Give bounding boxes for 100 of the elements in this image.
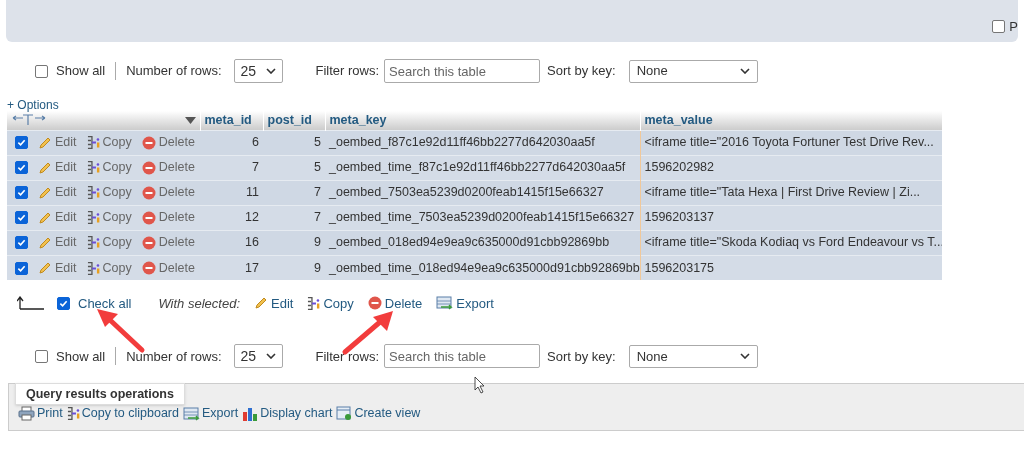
delete-link[interactable]: Delete xyxy=(141,183,195,203)
checkbox[interactable] xyxy=(15,261,28,275)
table-cell: _oembed_time_7503ea5239d0200feab1415f15e66327 xyxy=(325,205,640,231)
table-cell: 6 xyxy=(200,130,263,156)
delete-link[interactable]: Delete xyxy=(367,293,423,313)
annotation-arrow xyxy=(97,309,145,353)
sort-by-key-label: Sort by key: xyxy=(547,347,616,366)
checkbox[interactable] xyxy=(992,19,1006,33)
checkbox[interactable] xyxy=(15,211,28,225)
bar-chart-icon xyxy=(242,406,259,422)
delete-icon xyxy=(141,135,156,150)
edit-link[interactable]: Edit xyxy=(38,258,77,278)
table-cell: _oembed_time_018ed94e9ea9c635000d91cbb92869bb xyxy=(325,255,640,281)
copy-icon xyxy=(307,296,321,310)
view-link[interactable]: Create view xyxy=(336,404,421,423)
checkbox[interactable] xyxy=(35,64,48,78)
rows-select[interactable]: 25 xyxy=(233,59,283,83)
table-cell: _oembed_f87c1e92d11ff46bb2277d642030aa5f xyxy=(325,130,640,156)
edit-link[interactable]: Edit xyxy=(254,293,294,313)
number-of-rows-label: Number of rows: xyxy=(126,347,222,366)
copy-icon xyxy=(86,211,100,225)
operations-legend: Query results operations xyxy=(15,383,185,406)
pencil-icon xyxy=(38,261,52,275)
table-cell: _oembed_7503ea5239d0200feab1415f15e66327 xyxy=(325,180,640,206)
mouse-cursor-icon xyxy=(474,376,485,394)
copy-link[interactable]: Copy to clipboard xyxy=(66,404,179,423)
chart-link[interactable]: Display chart xyxy=(242,404,333,423)
export-icon xyxy=(436,296,454,311)
rows-select[interactable]: 25 xyxy=(233,344,283,369)
pencil-icon xyxy=(38,160,52,175)
export-icon xyxy=(183,406,200,421)
dropdown-triangle-icon[interactable] xyxy=(184,116,196,124)
edit-link[interactable]: Edit xyxy=(38,233,77,253)
table-cell: 17 xyxy=(200,255,263,281)
copy-icon xyxy=(86,136,100,150)
copy-link[interactable]: Copy xyxy=(86,233,132,253)
table-cell: 5 xyxy=(263,130,325,156)
show-all-label: Show all xyxy=(56,62,106,81)
copy-link[interactable]: Copy xyxy=(86,133,132,153)
table-cell: 11 xyxy=(200,180,263,206)
copy-link[interactable]: Copy xyxy=(86,208,132,228)
delete-icon xyxy=(367,296,382,311)
chevron-down-icon xyxy=(739,68,750,74)
table-cell: 1596203175 xyxy=(640,255,942,281)
chevron-down-icon xyxy=(265,353,276,360)
delete-link[interactable]: Delete xyxy=(141,133,195,153)
search-field[interactable]: Search this table xyxy=(384,59,541,83)
edit-link[interactable]: Edit xyxy=(38,208,77,228)
delete-icon xyxy=(141,185,156,200)
arrow-up-corner-icon xyxy=(17,296,45,311)
pencil-icon xyxy=(38,185,52,200)
print-link[interactable]: Print xyxy=(18,404,63,423)
show-all-label: Show all xyxy=(56,347,106,366)
edit-link[interactable]: Edit xyxy=(38,158,77,178)
copy-icon xyxy=(86,261,100,275)
export-link[interactable]: Export xyxy=(183,404,239,423)
filter-rows-label: Filter rows: xyxy=(315,62,380,81)
copy-icon xyxy=(86,186,100,200)
printer-icon xyxy=(18,406,35,422)
export-link[interactable]: Export xyxy=(436,293,494,313)
chevron-down-icon xyxy=(739,353,750,360)
chevron-down-icon xyxy=(265,68,276,74)
copy-link[interactable]: Copy xyxy=(86,158,132,178)
sort-select[interactable]: None xyxy=(628,59,758,83)
delete-icon xyxy=(141,261,156,275)
delete-link[interactable]: Delete xyxy=(141,158,195,178)
checkbox[interactable] xyxy=(15,136,28,150)
checkbox-label: P xyxy=(1009,17,1018,36)
table-cell: 7 xyxy=(200,155,263,181)
column-resize-icon[interactable] xyxy=(11,114,47,127)
options-link[interactable]: + Options xyxy=(7,98,59,112)
copy-link[interactable]: Copy xyxy=(86,258,132,278)
search-field[interactable]: Search this table xyxy=(384,344,541,369)
delete-icon xyxy=(141,160,156,175)
checkbox[interactable] xyxy=(15,186,28,200)
pencil-icon xyxy=(254,296,268,311)
delete-link[interactable]: Delete xyxy=(141,233,195,253)
with-selected-label: With selected: xyxy=(158,294,240,313)
edit-link[interactable]: Edit xyxy=(38,183,77,203)
checkbox[interactable] xyxy=(15,236,28,250)
sort-select[interactable]: None xyxy=(628,344,758,368)
sort-by-key-label: Sort by key: xyxy=(547,62,616,81)
delete-link[interactable]: Delete xyxy=(141,258,195,278)
copy-link[interactable]: Copy xyxy=(307,293,354,313)
checkbox[interactable] xyxy=(35,349,48,363)
check-all-link[interactable]: Check all xyxy=(78,293,132,313)
copy-icon xyxy=(66,407,80,421)
delete-link[interactable]: Delete xyxy=(141,208,195,228)
table-cell: 12 xyxy=(200,205,263,231)
copy-link[interactable]: Copy xyxy=(86,183,132,203)
create-view-icon xyxy=(336,406,353,422)
table-cell: 16 xyxy=(200,230,263,256)
copy-icon xyxy=(86,236,100,250)
pencil-icon xyxy=(38,210,52,225)
edit-link[interactable]: Edit xyxy=(38,133,77,153)
table-cell: 5 xyxy=(263,155,325,181)
checkbox[interactable] xyxy=(15,161,28,175)
pencil-icon xyxy=(38,135,52,150)
table-cell: 7 xyxy=(263,205,325,231)
checkbox[interactable] xyxy=(57,296,70,310)
